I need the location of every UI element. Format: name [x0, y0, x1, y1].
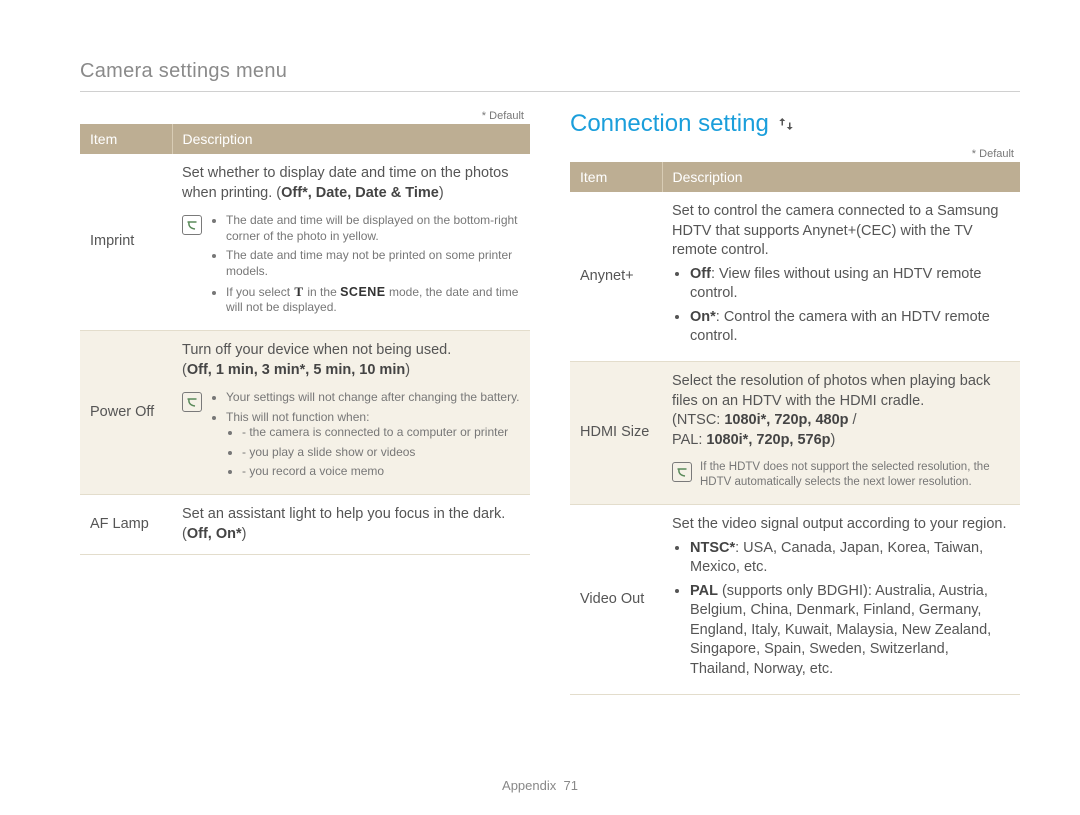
- col-header-item: Item: [80, 124, 172, 154]
- item-hdmi: HDMI Size: [570, 361, 662, 504]
- col-header-desc: Description: [662, 162, 1020, 192]
- anynet-desc: Set to control the camera connected to a…: [672, 202, 1010, 261]
- page-title: Camera settings menu: [80, 60, 1020, 92]
- video-desc: Set the video signal output according to…: [672, 515, 1010, 535]
- hdmi-desc: Select the resolution of photos when pla…: [672, 372, 1010, 411]
- item-poweroff: Power Off: [80, 330, 172, 494]
- t-icon: T: [293, 284, 304, 301]
- aflamp-opts: Off, On*: [187, 526, 242, 542]
- note-list: If the HDTV does not support the selecte…: [700, 460, 1010, 494]
- item-imprint: Imprint: [80, 154, 172, 330]
- col-header-item: Item: [570, 162, 662, 192]
- item-video: Video Out: [570, 505, 662, 695]
- aflamp-desc: Set an assistant light to help you focus…: [182, 505, 520, 525]
- table-row: HDMI Size Select the resolution of photo…: [570, 361, 1020, 504]
- item-aflamp: AF Lamp: [80, 495, 172, 555]
- settings-table-right: Item Description Anynet+ Set to control …: [570, 162, 1020, 695]
- table-row: Video Out Set the video signal output ac…: [570, 505, 1020, 695]
- default-note-left: * Default: [80, 110, 530, 122]
- settings-table-left: Item Description Imprint Set whether to …: [80, 124, 530, 555]
- note-icon: [182, 215, 202, 235]
- imprint-opts: Off*, Date, Date & Time: [281, 185, 439, 201]
- page-footer: Appendix 71: [0, 778, 1080, 793]
- table-row: Imprint Set whether to display date and …: [80, 154, 530, 330]
- scene-label: SCENE: [340, 285, 386, 299]
- note-icon: [182, 392, 202, 412]
- section-title-connection: Connection setting: [570, 110, 1020, 138]
- default-note-right: * Default: [570, 148, 1020, 160]
- swap-icon: [777, 115, 795, 133]
- poweroff-opts: Off, 1 min, 3 min*, 5 min, 10 min: [187, 362, 405, 378]
- note-icon: [672, 462, 692, 482]
- note-list: Your settings will not change after chan…: [210, 390, 520, 484]
- item-anynet: Anynet+: [570, 192, 662, 361]
- note-list: The date and time will be displayed on t…: [210, 213, 520, 320]
- table-row: AF Lamp Set an assistant light to help y…: [80, 495, 530, 555]
- poweroff-desc: Turn off your device when not being used…: [182, 341, 520, 361]
- table-row: Anynet+ Set to control the camera connec…: [570, 192, 1020, 361]
- table-row: Power Off Turn off your device when not …: [80, 330, 530, 494]
- col-header-desc: Description: [172, 124, 530, 154]
